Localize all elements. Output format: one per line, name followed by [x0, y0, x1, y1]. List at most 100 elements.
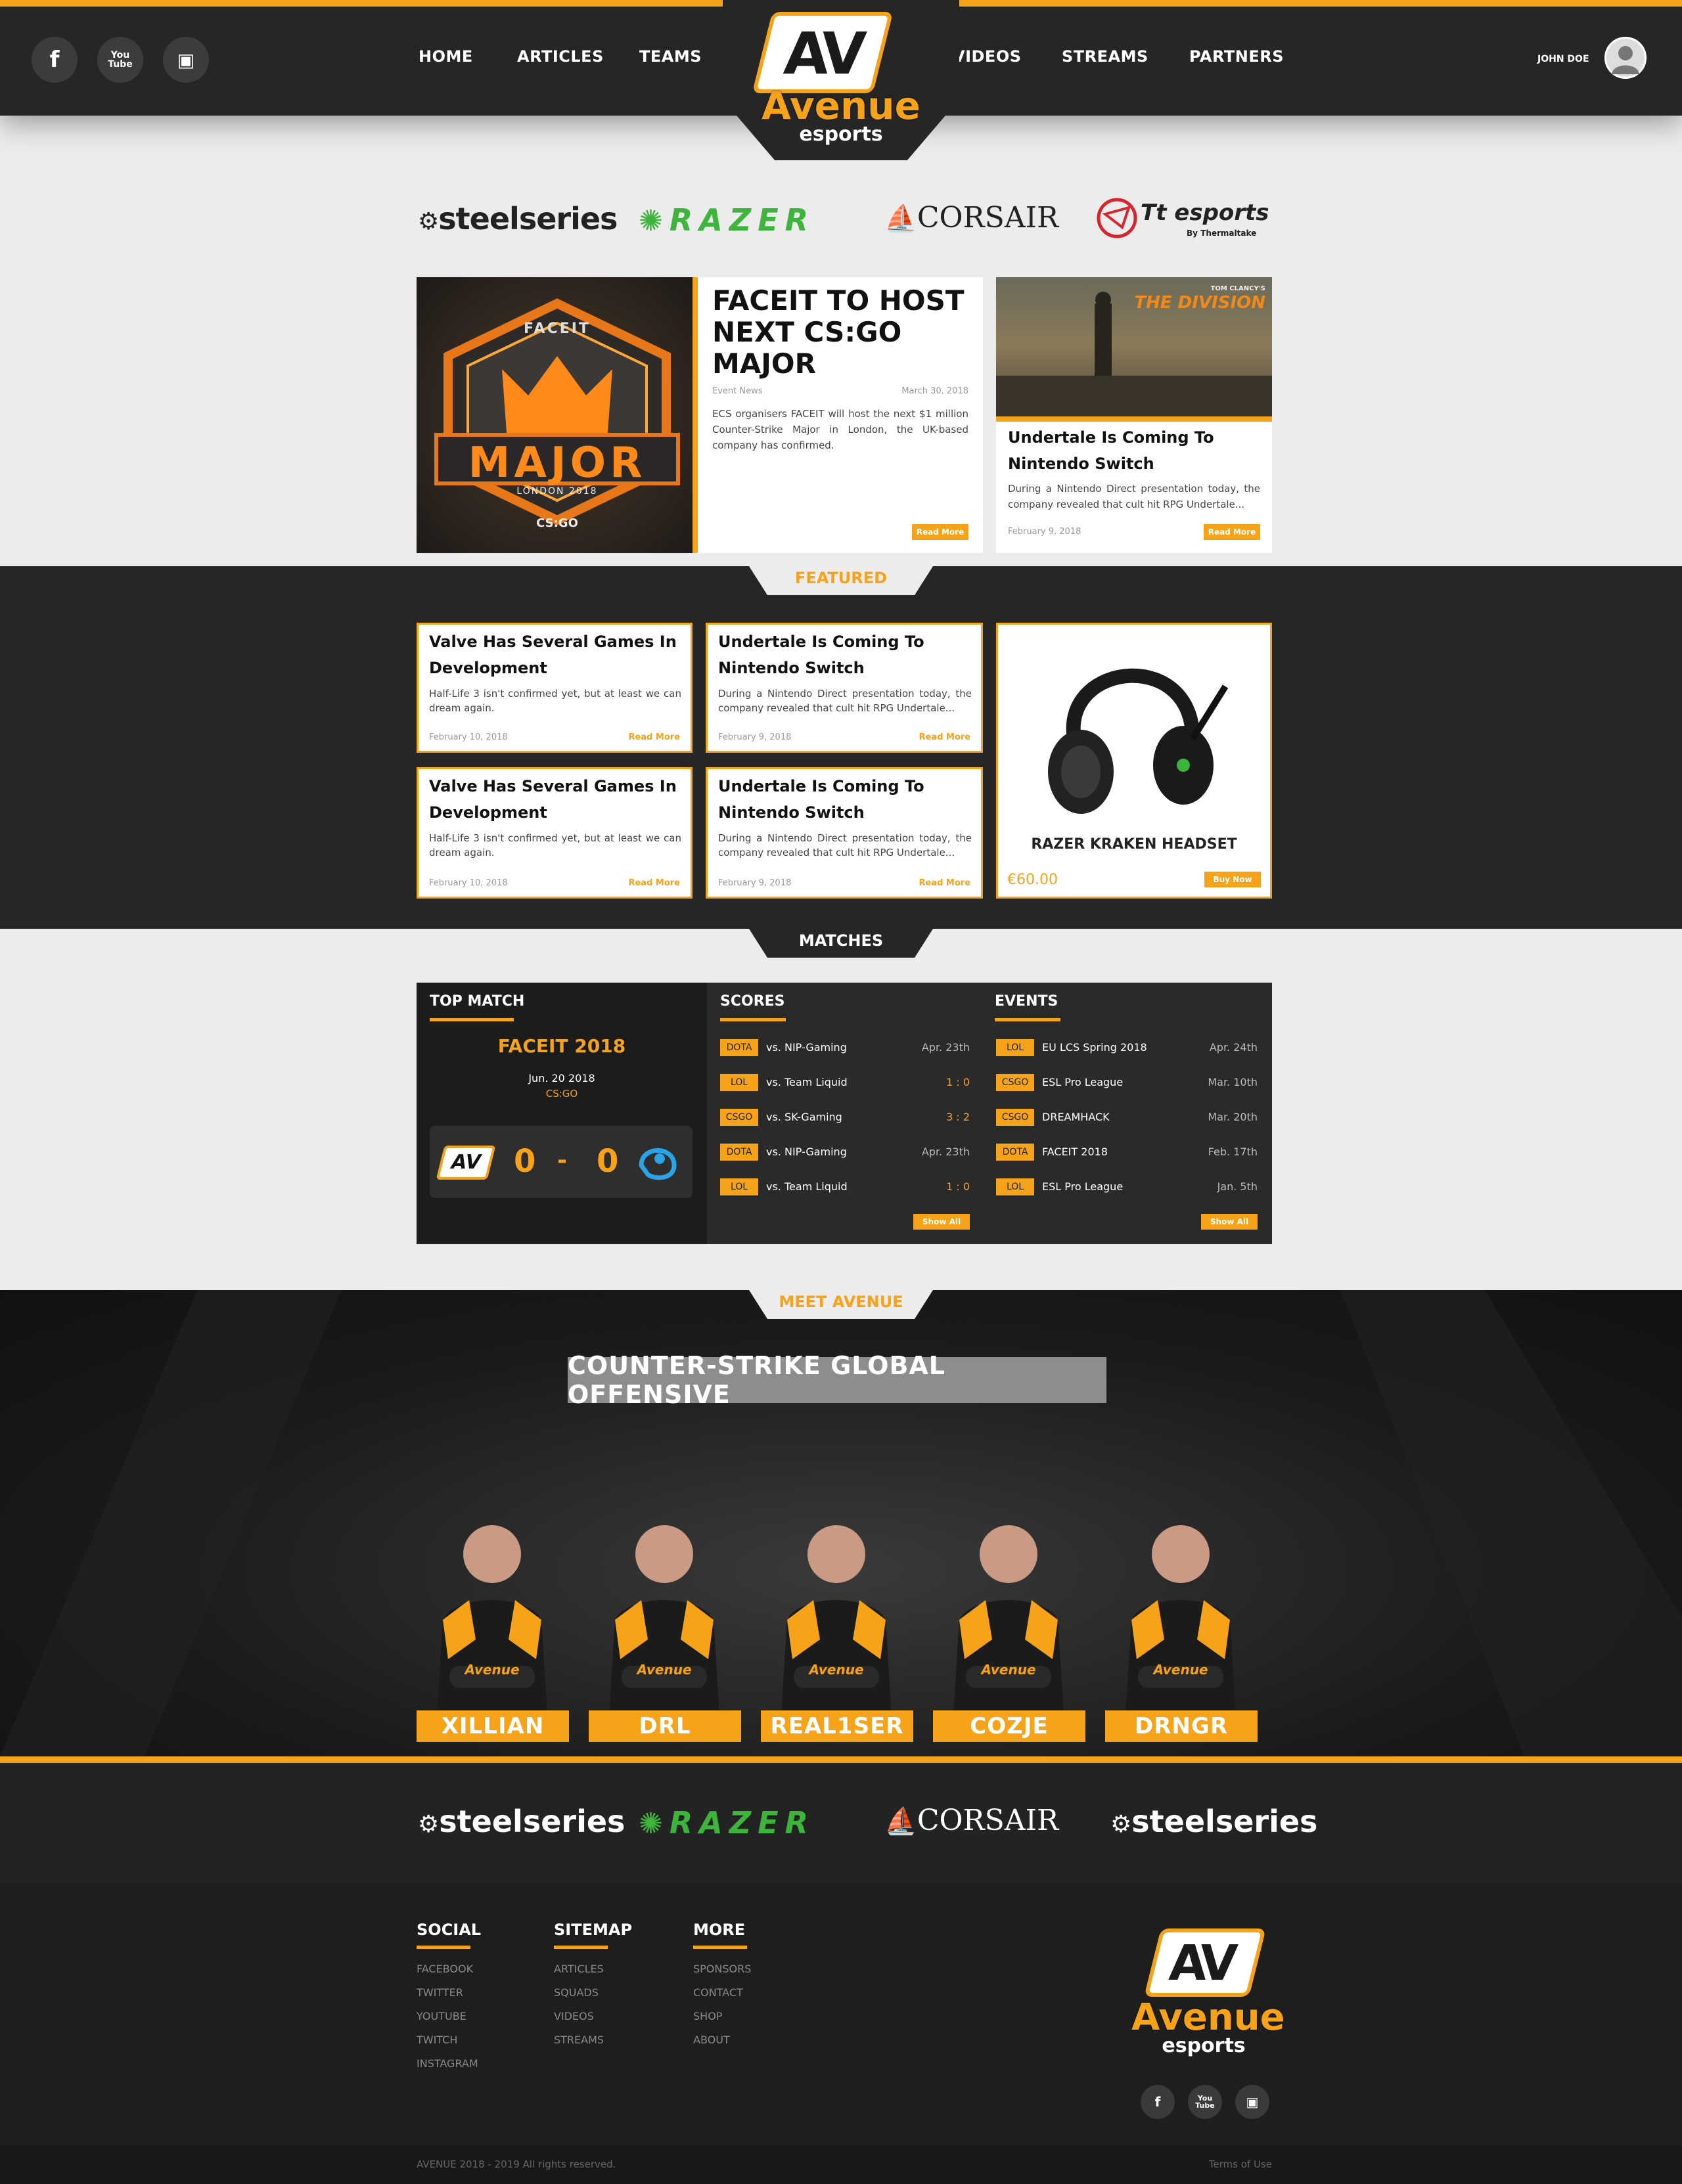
event-row-text[interactable]: DREAMHACK	[1042, 1111, 1110, 1123]
player-name-tag[interactable]: XILLIAN	[417, 1710, 569, 1742]
featured-card[interactable]: Valve Has Several Games In Development H…	[417, 623, 693, 753]
event-row-text[interactable]: EU LCS Spring 2018	[1042, 1041, 1147, 1054]
nav-videos[interactable]: VIDEOS	[953, 47, 1022, 66]
footer-youtube-icon[interactable]: You Tube	[1188, 2085, 1222, 2119]
featured-card[interactable]: Undertale Is Coming To Nintendo Switch D…	[706, 767, 983, 899]
footer-link[interactable]: YOUTUBE	[417, 2005, 466, 2028]
player-photo[interactable]	[774, 1508, 899, 1725]
score-row-text[interactable]: vs. NIP-Gaming	[766, 1041, 847, 1054]
footer-link[interactable]: ABOUT	[693, 2028, 730, 2052]
division-image[interactable]: TOM CLANCY'S THE DIVISION	[996, 277, 1272, 416]
copyright-text: AVENUE 2018 - 2019 All rights reserved.	[417, 2158, 616, 2170]
player-photo[interactable]	[946, 1508, 1071, 1725]
footer-link[interactable]: ARTICLES	[554, 1957, 604, 1981]
player-name-tag[interactable]: DRL	[589, 1710, 741, 1742]
hero-read-more-button[interactable]: Read More	[912, 524, 968, 540]
score-row-text[interactable]: vs. Team Liquid	[766, 1180, 848, 1193]
sponsor-steelseries[interactable]: ⚙steelseries	[1110, 1804, 1317, 1839]
nav-home[interactable]: HOME	[419, 47, 473, 66]
featured-card[interactable]: Undertale Is Coming To Nintendo Switch D…	[706, 623, 983, 753]
scores-show-all-button[interactable]: Show All	[913, 1214, 970, 1230]
events-show-all-button[interactable]: Show All	[1201, 1214, 1258, 1230]
featured-card-title[interactable]: Undertale Is Coming To Nintendo Switch	[718, 629, 974, 681]
player-photo[interactable]	[602, 1508, 727, 1725]
footer-link[interactable]: SPONSORS	[693, 1957, 751, 1981]
avatar[interactable]	[1604, 37, 1647, 79]
featured-label: FEATURED	[794, 569, 888, 587]
footer-link[interactable]: VIDEOS	[554, 2005, 594, 2028]
footer-heading-underline	[554, 1946, 608, 1949]
product-card[interactable]: RAZER KRAKEN HEADSET €60.00 Buy Now	[996, 623, 1272, 899]
featured-card-title[interactable]: Undertale Is Coming To Nintendo Switch	[718, 773, 974, 826]
score-row-text[interactable]: vs. SK-Gaming	[766, 1111, 842, 1123]
nav-articles[interactable]: ARTICLES	[517, 47, 604, 66]
score-row-text[interactable]: vs. Team Liquid	[766, 1076, 848, 1088]
event-row-text[interactable]: ESL Pro League	[1042, 1180, 1123, 1193]
player-photo[interactable]	[1118, 1508, 1243, 1725]
avenue-team-logo: AV	[436, 1146, 496, 1180]
footer-link[interactable]: INSTAGRAM	[417, 2052, 478, 2076]
featured-card[interactable]: Valve Has Several Games In Development H…	[417, 767, 693, 899]
twitch-glyph: ▣	[177, 49, 195, 71]
player-name-tag[interactable]: REAL1SER	[761, 1710, 913, 1742]
event-row-text[interactable]: ESL Pro League	[1042, 1076, 1123, 1088]
side-date: February 9, 2018	[1008, 527, 1081, 537]
twitch-icon[interactable]: ▣	[163, 37, 209, 83]
footer-link[interactable]: CONTACT	[693, 1981, 743, 2005]
sponsor-thermaltake[interactable]: Tt esports By Thermaltake	[1096, 194, 1271, 244]
event-tag: CSGO	[996, 1074, 1034, 1091]
event-row-meta: Apr. 24th	[1209, 1041, 1258, 1054]
youtube-icon[interactable]: You Tube	[97, 37, 143, 83]
terms-link[interactable]: Terms of Use	[1209, 2158, 1272, 2170]
player-name-tag[interactable]: COZJE	[933, 1710, 1085, 1742]
nav-partners[interactable]: PARTNERS	[1189, 47, 1284, 66]
footer-twitch-icon[interactable]: ▣	[1235, 2085, 1269, 2119]
footer-link[interactable]: TWITTER	[417, 1981, 463, 2005]
sponsor-razer[interactable]: ✺RAZER	[639, 1805, 815, 1840]
featured-card-read-more[interactable]: Read More	[628, 878, 680, 888]
footer-link[interactable]: TWITCH	[417, 2028, 457, 2052]
event-tag: DOTA	[996, 1144, 1034, 1161]
nav-teams[interactable]: TEAMS	[639, 47, 702, 66]
sponsor-corsair[interactable]: ⛵CORSAIR	[884, 201, 1058, 234]
razer-icon: ✺	[639, 204, 670, 238]
event-row-text[interactable]: FACEIT 2018	[1042, 1146, 1108, 1158]
top-match-event[interactable]: FACEIT 2018	[417, 1035, 707, 1057]
hero-title[interactable]: FACEIT TO HOST NEXT CS:GO MAJOR	[712, 285, 968, 380]
footer-link[interactable]: FACEBOOK	[417, 1957, 473, 1981]
footer-facebook-icon[interactable]: f	[1141, 2085, 1175, 2119]
side-read-more-button[interactable]: Read More	[1204, 524, 1260, 540]
featured-card-title[interactable]: Valve Has Several Games In Development	[429, 629, 679, 681]
featured-card-read-more[interactable]: Read More	[628, 732, 680, 742]
featured-card-read-more[interactable]: Read More	[919, 732, 970, 742]
score-tag: LOL	[720, 1074, 758, 1091]
featured-card-read-more[interactable]: Read More	[919, 878, 970, 888]
sponsor-steelseries[interactable]: ⚙steelseries	[418, 201, 618, 236]
footer-link[interactable]: SHOP	[693, 2005, 722, 2028]
sponsor-razer[interactable]: ✺RAZER	[639, 202, 815, 238]
buy-now-button[interactable]: Buy Now	[1204, 872, 1261, 887]
player-name-tag[interactable]: DRNGR	[1105, 1710, 1258, 1742]
hero-image[interactable]: FACEIT MAJOR LONDON 2018 CS:GO	[417, 277, 698, 553]
side-title[interactable]: Undertale Is Coming To Nintendo Switch	[1008, 424, 1264, 477]
player-silhouette	[781, 1525, 892, 1725]
logo-mark[interactable]: AV	[752, 12, 894, 93]
sponsor-corsair[interactable]: ⛵CORSAIR	[884, 1804, 1058, 1837]
hero-badge-game: CS:GO	[536, 516, 578, 530]
facebook-icon[interactable]: f	[32, 37, 78, 83]
footer-heading: SOCIAL	[417, 1921, 482, 1939]
score-row-text[interactable]: vs. NIP-Gaming	[766, 1146, 847, 1158]
footer-logo-mark[interactable]: AV	[1144, 1928, 1266, 1997]
events-underline	[995, 1018, 1060, 1021]
player-photo[interactable]	[430, 1508, 555, 1725]
score-tag: DOTA	[720, 1039, 758, 1056]
featured-card-date: February 10, 2018	[429, 878, 508, 888]
footer-link[interactable]: STREAMS	[554, 2028, 604, 2052]
footer-link[interactable]: SQUADS	[554, 1981, 599, 2005]
user-name[interactable]: JOHN DOE	[1537, 54, 1589, 64]
featured-card-title[interactable]: Valve Has Several Games In Development	[429, 773, 679, 826]
nav-streams[interactable]: STREAMS	[1062, 47, 1148, 66]
product-name: RAZER KRAKEN HEADSET	[1031, 836, 1237, 853]
footer-logo-subtext: esports	[1162, 2034, 1246, 2057]
sponsor-steelseries[interactable]: ⚙steelseries	[418, 1804, 625, 1839]
